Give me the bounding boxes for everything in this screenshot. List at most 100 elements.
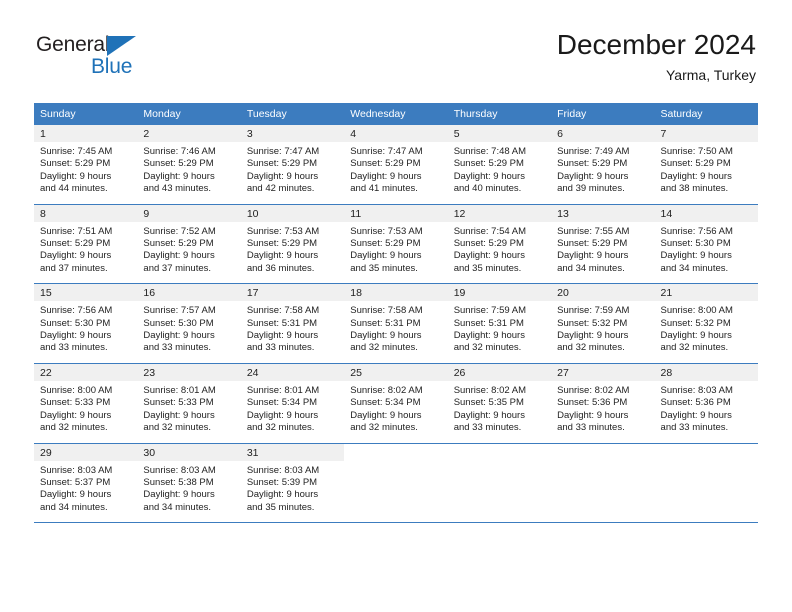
calendar-day-cell[interactable]: 18 Sunrise: 7:58 AM Sunset: 5:31 PM Dayligh… bbox=[344, 284, 448, 363]
day-details: Sunrise: 7:59 AM Sunset: 5:31 PM Daylight:… bbox=[448, 301, 551, 363]
day-details: Sunrise: 7:50 AM Sunset: 5:29 PM Daylight:… bbox=[655, 142, 758, 204]
calendar-day-cell[interactable]: 4 Sunrise: 7:47 AM Sunset: 5:29 PM Daylight… bbox=[344, 125, 448, 204]
daylight-text-line1: Daylight: 9 hours bbox=[350, 330, 422, 342]
day-details: Sunrise: 8:03 AM Sunset: 5:37 PM Daylight:… bbox=[34, 461, 137, 523]
calendar-day-cell[interactable]: 5 Sunrise: 7:48 AM Sunset: 5:29 PM Daylight… bbox=[447, 125, 552, 204]
day-details: Sunrise: 8:00 AM Sunset: 5:32 PM Daylight:… bbox=[655, 301, 758, 363]
day-header-monday: Monday bbox=[143, 108, 181, 120]
calendar-day-cell[interactable]: 12 Sunrise: 7:54 AM Sunset: 5:29 PM Dayligh… bbox=[447, 204, 552, 284]
calendar-day-cell[interactable]: 21 Sunrise: 8:00 AM Sunset: 5:32 PM Dayligh… bbox=[654, 284, 758, 363]
daylight-text-line1: Daylight: 9 hours bbox=[246, 170, 319, 182]
daylight-text-line1: Daylight: 9 hours bbox=[660, 170, 732, 182]
daylight-text-line2: and 44 minutes. bbox=[40, 183, 108, 195]
calendar-day-cell[interactable]: 30 Sunrise: 8:03 AM Sunset: 5:38 PM Dayligh… bbox=[137, 443, 241, 523]
calendar-day-cell[interactable]: 16 Sunrise: 7:57 AM Sunset: 5:30 PM Dayligh… bbox=[137, 284, 241, 363]
day-number: 3 bbox=[240, 125, 345, 142]
calendar-day-cell[interactable]: 17 Sunrise: 7:58 AM Sunset: 5:31 PM Dayligh… bbox=[240, 284, 345, 363]
day-number: 15 bbox=[34, 284, 138, 302]
daylight-text-line1: Daylight: 9 hours bbox=[246, 330, 319, 342]
day-details bbox=[344, 461, 447, 516]
page-subtitle: Yarma, Turkey bbox=[666, 67, 756, 83]
daylight-text-line1: Daylight: 9 hours bbox=[40, 489, 112, 501]
sunrise-text: Sunrise: 7:57 AM bbox=[143, 305, 216, 317]
daylight-text-line2: and 35 minutes. bbox=[453, 262, 522, 274]
sunrise-text: Sunrise: 8:03 AM bbox=[143, 464, 216, 476]
sunrise-text: Sunrise: 8:02 AM bbox=[557, 384, 630, 396]
calendar-day-cell[interactable]: 14 Sunrise: 7:56 AM Sunset: 5:30 PM Dayligh… bbox=[654, 204, 758, 284]
day-number: 29 bbox=[34, 443, 138, 461]
sunset-text: Sunset: 5:32 PM bbox=[557, 317, 628, 329]
sunset-text: Sunset: 5:29 PM bbox=[40, 238, 111, 250]
sunset-text: Sunset: 5:37 PM bbox=[40, 476, 111, 488]
daylight-text-line2: and 33 minutes. bbox=[143, 342, 212, 354]
sunset-text: Sunset: 5:30 PM bbox=[40, 317, 111, 329]
calendar-day-cell[interactable]: 22 Sunrise: 8:00 AM Sunset: 5:33 PM Dayligh… bbox=[34, 363, 138, 443]
sunrise-text: Sunrise: 7:56 AM bbox=[660, 225, 733, 237]
daylight-text-line2: and 34 minutes. bbox=[660, 262, 729, 274]
daylight-text-line2: and 34 minutes. bbox=[557, 262, 625, 274]
daylight-text-line2: and 43 minutes. bbox=[143, 183, 212, 195]
calendar-day-cell[interactable]: 3 Sunrise: 7:47 AM Sunset: 5:29 PM Daylight… bbox=[240, 125, 345, 204]
calendar-day-cell[interactable]: 20 Sunrise: 7:59 AM Sunset: 5:32 PM Dayligh… bbox=[551, 284, 655, 363]
daylight-text-line1: Daylight: 9 hours bbox=[350, 409, 422, 421]
day-number: 10 bbox=[240, 204, 345, 222]
day-number: 20 bbox=[551, 284, 655, 302]
day-details: Sunrise: 7:58 AM Sunset: 5:31 PM Daylight:… bbox=[344, 301, 447, 363]
calendar-day-cell[interactable]: 10 Sunrise: 7:53 AM Sunset: 5:29 PM Dayligh… bbox=[240, 204, 345, 284]
daylight-text-line2: and 32 minutes. bbox=[40, 422, 108, 434]
daylight-text-line2: and 32 minutes. bbox=[246, 422, 315, 434]
calendar-day-cell[interactable]: 15 Sunrise: 7:56 AM Sunset: 5:30 PM Dayligh… bbox=[34, 284, 138, 363]
day-details: Sunrise: 7:55 AM Sunset: 5:29 PM Daylight:… bbox=[551, 222, 654, 284]
sunrise-text: Sunrise: 7:54 AM bbox=[453, 225, 527, 237]
calendar-day-cell[interactable]: 23 Sunrise: 8:01 AM Sunset: 5:33 PM Dayligh… bbox=[137, 363, 241, 443]
calendar-week-row: 29 Sunrise: 8:03 AM Sunset: 5:37 PM Dayligh… bbox=[34, 443, 758, 524]
daylight-text-line2: and 32 minutes. bbox=[453, 342, 522, 354]
sunrise-text: Sunrise: 8:00 AM bbox=[40, 384, 113, 396]
logo-triangle-icon bbox=[107, 36, 136, 56]
calendar-day-cell[interactable]: 24 Sunrise: 8:01 AM Sunset: 5:34 PM Dayligh… bbox=[240, 363, 345, 443]
calendar-day-cell[interactable]: 19 Sunrise: 7:59 AM Sunset: 5:31 PM Dayligh… bbox=[447, 284, 552, 363]
daylight-text-line1: Daylight: 9 hours bbox=[557, 330, 629, 342]
daylight-text-line1: Daylight: 9 hours bbox=[453, 409, 525, 421]
calendar-day-cell[interactable]: 7 Sunrise: 7:50 AM Sunset: 5:29 PM Daylight… bbox=[654, 125, 758, 204]
calendar-day-cell[interactable]: 27 Sunrise: 8:02 AM Sunset: 5:36 PM Dayligh… bbox=[551, 363, 655, 443]
calendar-weeks: 1 Sunrise: 7:45 AM Sunset: 5:29 PM Daylight… bbox=[34, 125, 758, 524]
sunrise-text: Sunrise: 7:50 AM bbox=[660, 146, 733, 157]
calendar-day-cell[interactable]: 6 Sunrise: 7:49 AM Sunset: 5:29 PM Daylight… bbox=[551, 125, 655, 204]
calendar-day-cell[interactable]: 8 Sunrise: 7:51 AM Sunset: 5:29 PM Daylight… bbox=[34, 204, 138, 284]
calendar-day-cell[interactable]: 13 Sunrise: 7:55 AM Sunset: 5:29 PM Dayligh… bbox=[551, 204, 655, 284]
daylight-text-line1: Daylight: 9 hours bbox=[660, 330, 732, 342]
daylight-text-line1: Daylight: 9 hours bbox=[40, 409, 112, 421]
daylight-text-line2: and 33 minutes. bbox=[453, 422, 522, 434]
daylight-text-line1: Daylight: 9 hours bbox=[143, 330, 215, 342]
calendar-day-cell[interactable]: 11 Sunrise: 7:53 AM Sunset: 5:29 PM Dayligh… bbox=[344, 204, 448, 284]
calendar-day-cell[interactable]: 26 Sunrise: 8:02 AM Sunset: 5:35 PM Dayligh… bbox=[447, 363, 552, 443]
calendar-day-cell[interactable]: 31 Sunrise: 8:03 AM Sunset: 5:39 PM Dayligh… bbox=[240, 443, 345, 523]
day-details: Sunrise: 7:49 AM Sunset: 5:29 PM Daylight:… bbox=[551, 142, 654, 204]
day-details: Sunrise: 7:53 AM Sunset: 5:29 PM Daylight:… bbox=[241, 222, 344, 284]
general-blue-logo[interactable]: General Blue bbox=[36, 33, 166, 83]
calendar-day-cell[interactable]: 28 Sunrise: 8:03 AM Sunset: 5:36 PM Dayligh… bbox=[654, 363, 758, 443]
day-number: 19 bbox=[447, 284, 552, 302]
logo-text-blue: Blue bbox=[91, 55, 133, 78]
day-number: 21 bbox=[654, 284, 758, 302]
sunset-text: Sunset: 5:29 PM bbox=[453, 238, 524, 250]
daylight-text-line1: Daylight: 9 hours bbox=[557, 250, 629, 262]
day-details: Sunrise: 7:47 AM Sunset: 5:29 PM Daylight:… bbox=[344, 142, 447, 204]
day-details bbox=[448, 461, 551, 516]
calendar-day-cell[interactable]: 25 Sunrise: 8:02 AM Sunset: 5:34 PM Dayligh… bbox=[344, 363, 448, 443]
calendar-day-cell[interactable]: 9 Sunrise: 7:52 AM Sunset: 5:29 PM Daylight… bbox=[137, 204, 241, 284]
day-number: 5 bbox=[447, 125, 552, 142]
daylight-text-line1: Daylight: 9 hours bbox=[246, 409, 319, 421]
calendar-day-cell[interactable]: 29 Sunrise: 8:03 AM Sunset: 5:37 PM Dayligh… bbox=[34, 443, 138, 523]
calendar-day-cell[interactable]: 2 Sunrise: 7:46 AM Sunset: 5:29 PM Daylight… bbox=[137, 125, 241, 204]
daylight-text-line1: Daylight: 9 hours bbox=[453, 170, 525, 182]
day-details bbox=[551, 461, 654, 516]
sunset-text: Sunset: 5:30 PM bbox=[660, 238, 731, 250]
sunset-text: Sunset: 5:34 PM bbox=[350, 397, 421, 409]
calendar-day-cell[interactable]: 1 Sunrise: 7:45 AM Sunset: 5:29 PM Daylight… bbox=[34, 125, 138, 204]
daylight-text-line1: Daylight: 9 hours bbox=[246, 489, 319, 501]
day-details: Sunrise: 8:02 AM Sunset: 5:35 PM Daylight:… bbox=[448, 381, 551, 443]
day-number: 17 bbox=[240, 284, 345, 302]
daylight-text-line1: Daylight: 9 hours bbox=[40, 170, 112, 182]
